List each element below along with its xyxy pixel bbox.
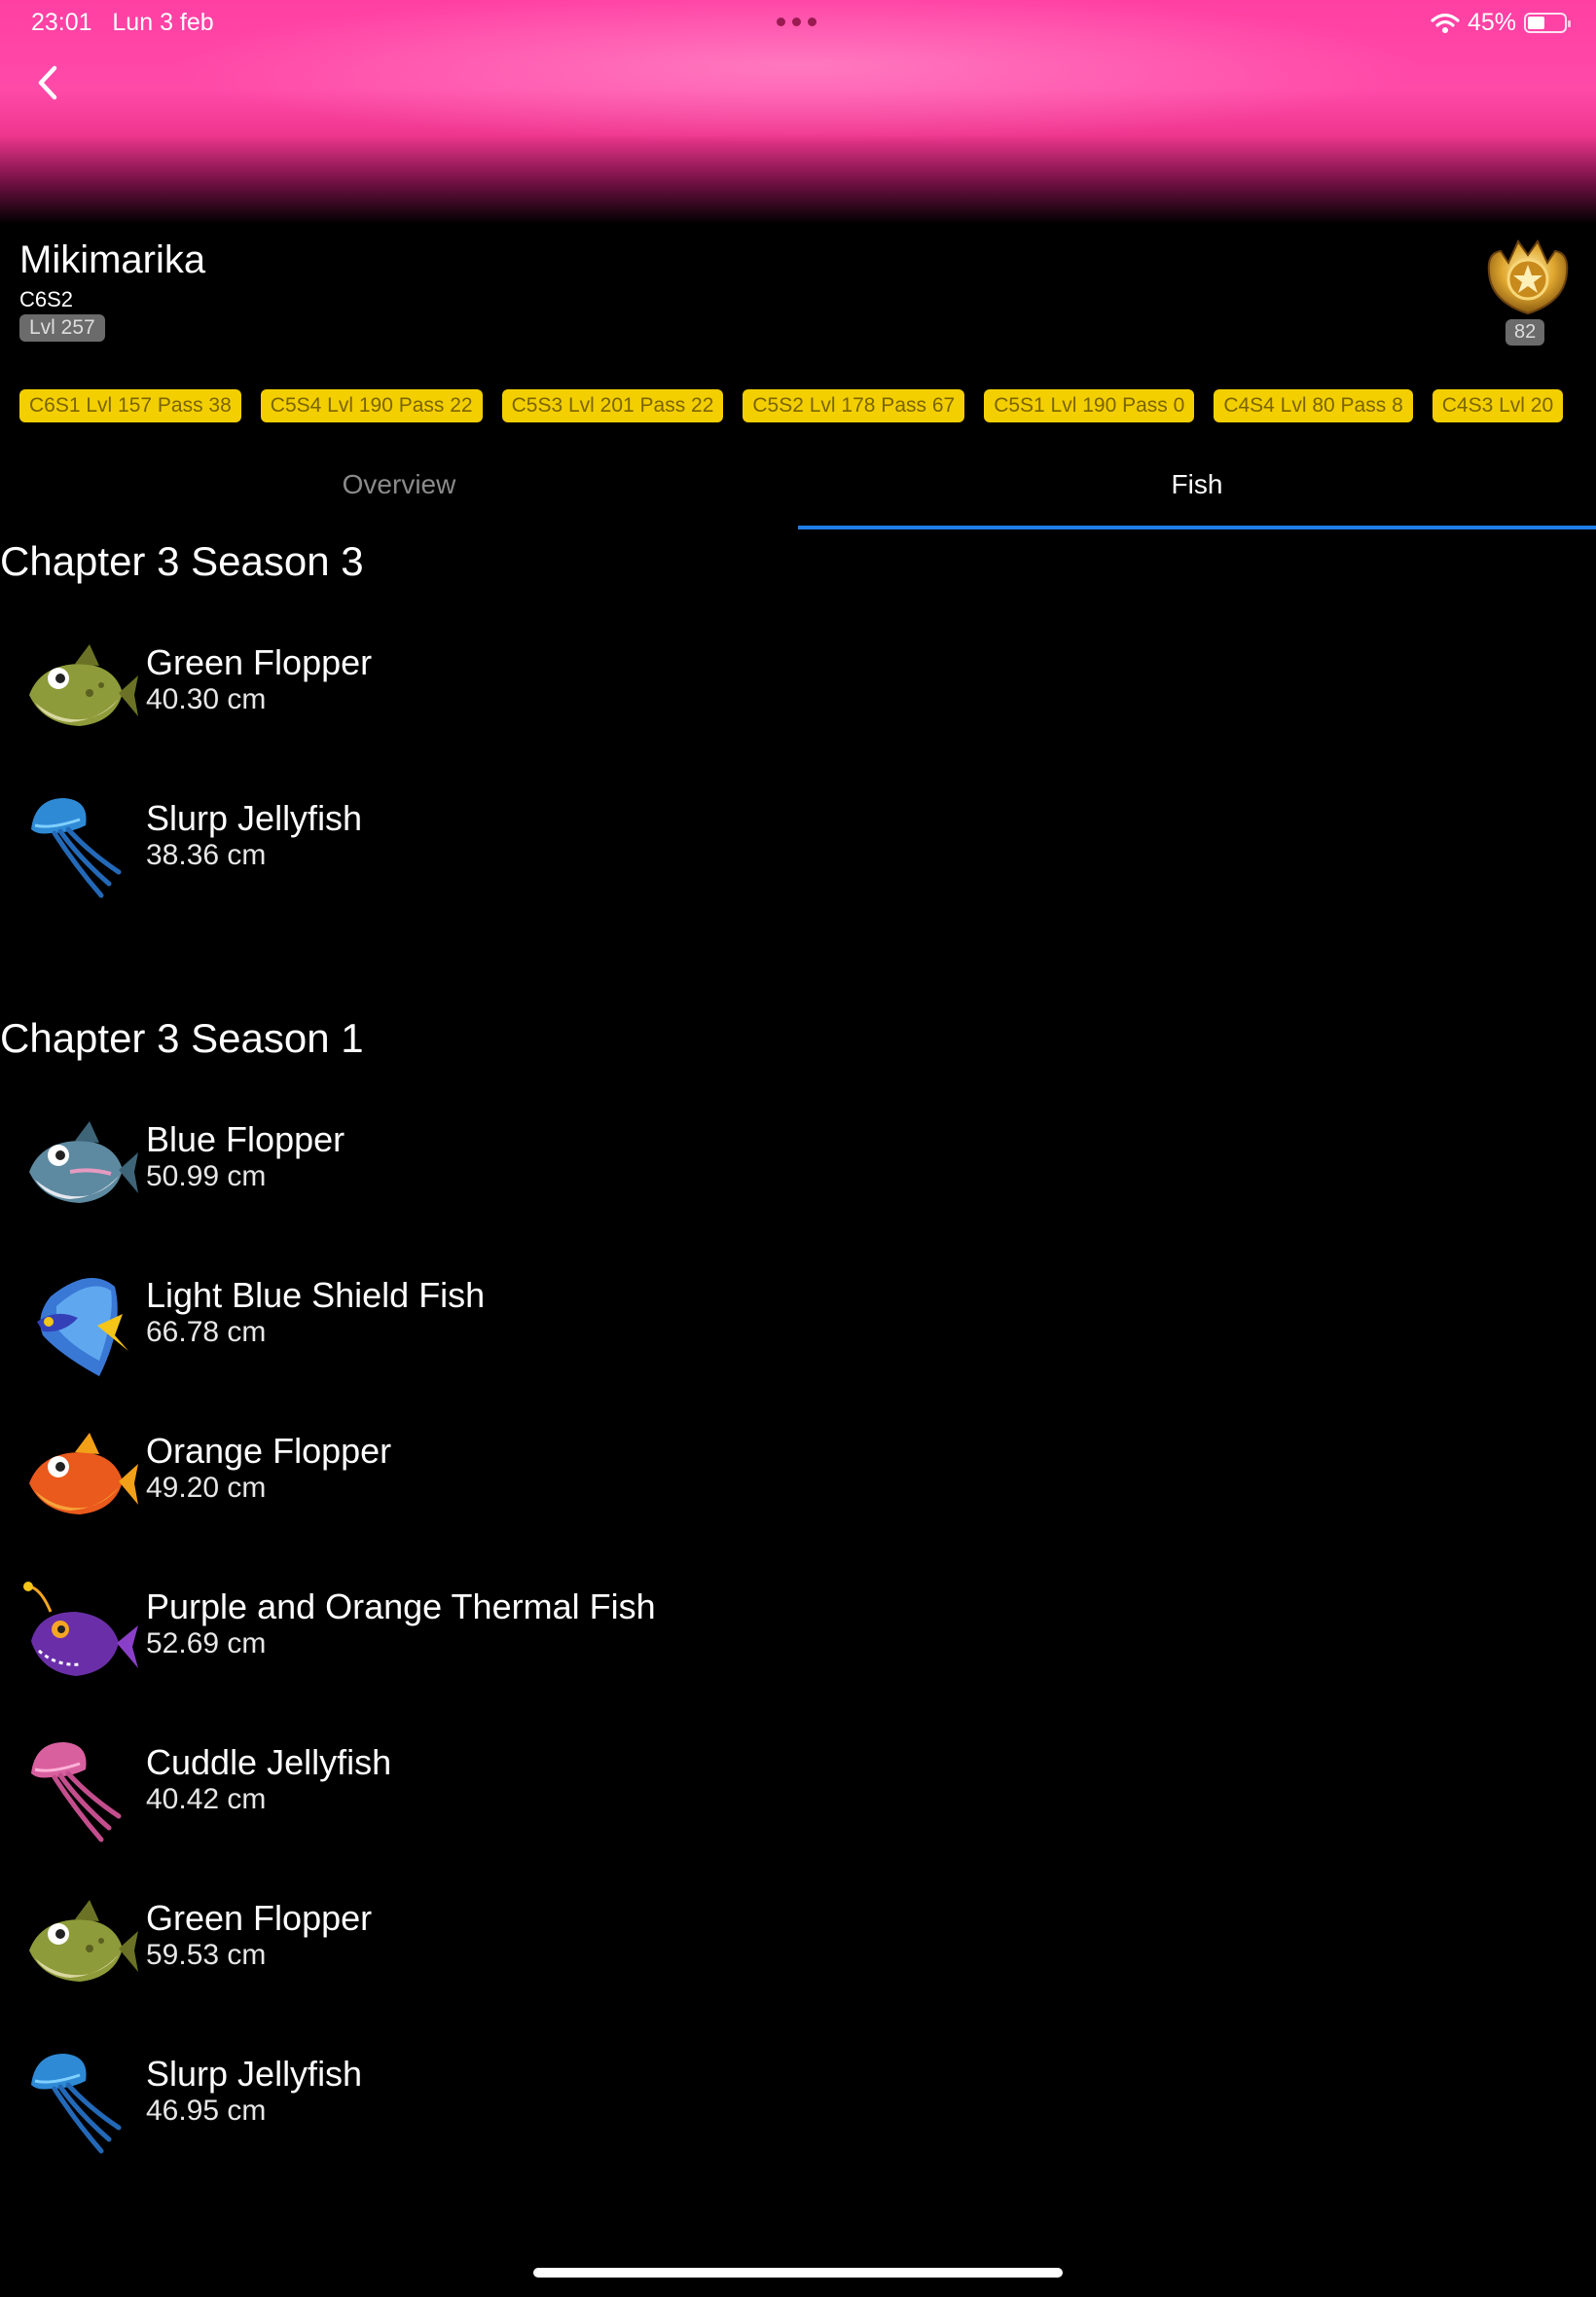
- fish-name: Green Flopper: [146, 1898, 373, 1938]
- list-item[interactable]: Light Blue Shield Fish 66.78 cm: [0, 1267, 973, 1413]
- tab-fish[interactable]: Fish: [798, 450, 1596, 528]
- blue-flopper-icon: [29, 1121, 138, 1203]
- season-chip[interactable]: C5S2 Lvl 178 Pass 67: [743, 389, 965, 422]
- season-chip[interactable]: C6S1 Lvl 157 Pass 38: [19, 389, 241, 422]
- list-item[interactable]: Green Flopper 59.53 cm: [0, 1890, 973, 2036]
- active-tab-indicator: [798, 526, 1596, 529]
- fish-size: 40.30 cm: [146, 683, 267, 715]
- fish-name: Blue Flopper: [146, 1119, 345, 1159]
- list-item[interactable]: Cuddle Jellyfish 40.42 cm: [0, 1734, 973, 1880]
- cuddle-jellyfish-icon: [31, 1742, 122, 1842]
- fish-name: Slurp Jellyfish: [146, 798, 363, 838]
- list-item[interactable]: Blue Flopper 50.99 cm: [0, 1112, 973, 1258]
- thermal-fish-icon: [23, 1582, 138, 1676]
- back-chevron-icon[interactable]: [29, 60, 68, 105]
- fish-name: Light Blue Shield Fish: [146, 1275, 486, 1315]
- fish-size: 59.53 cm: [146, 1939, 267, 1971]
- fish-size: 50.99 cm: [146, 1160, 267, 1192]
- multitasking-dots-icon[interactable]: [777, 18, 816, 26]
- fish-name: Purple and Orange Thermal Fish: [146, 1586, 656, 1626]
- fish-size: 38.36 cm: [146, 839, 267, 871]
- fish-name: Green Flopper: [146, 642, 373, 682]
- season-chip[interactable]: C4S3 Lvl 20: [1432, 389, 1564, 422]
- home-indicator[interactable]: [533, 2268, 1063, 2278]
- player-name: Mikimarika: [19, 238, 206, 281]
- fish-size: 52.69 cm: [146, 1627, 267, 1659]
- green-flopper-icon: [29, 644, 138, 726]
- battery-percent: 45%: [1467, 9, 1516, 36]
- fish-name: Cuddle Jellyfish: [146, 1742, 392, 1782]
- season-chip-row[interactable]: C6S1 Lvl 157 Pass 38 C5S4 Lvl 190 Pass 2…: [19, 389, 1596, 422]
- season-chip[interactable]: C5S4 Lvl 190 Pass 22: [260, 389, 483, 422]
- season-chip[interactable]: C5S1 Lvl 190 Pass 0: [984, 389, 1195, 422]
- tab-bar: Overview Fish: [0, 450, 1596, 531]
- section-title: Chapter 3 Season 3: [0, 538, 364, 584]
- tab-overview[interactable]: Overview: [0, 450, 798, 528]
- fish-name: Slurp Jellyfish: [146, 2054, 363, 2094]
- status-time: 23:01: [31, 9, 92, 36]
- battery-icon: [1524, 13, 1571, 33]
- list-item[interactable]: Purple and Orange Thermal Fish 52.69 cm: [0, 1579, 973, 1725]
- green-flopper-icon: [29, 1900, 138, 1982]
- status-date: Lun 3 feb: [112, 9, 214, 36]
- fish-size: 66.78 cm: [146, 1316, 267, 1348]
- list-item[interactable]: Green Flopper 40.30 cm: [0, 635, 973, 781]
- level-badge: Lvl 257: [19, 314, 105, 342]
- season-chip[interactable]: C4S4 Lvl 80 Pass 8: [1214, 389, 1413, 422]
- current-season: C6S2: [19, 287, 74, 311]
- section-title: Chapter 3 Season 1: [0, 1015, 364, 1061]
- list-item[interactable]: Orange Flopper 49.20 cm: [0, 1423, 973, 1569]
- season-chip[interactable]: C5S3 Lvl 201 Pass 22: [501, 389, 724, 422]
- fish-name: Orange Flopper: [146, 1431, 392, 1471]
- slurp-jellyfish-icon: [31, 2054, 122, 2154]
- list-item[interactable]: Slurp Jellyfish 38.36 cm: [0, 790, 973, 936]
- wifi-icon: [1431, 13, 1460, 33]
- crown-count-badge: 82: [1505, 319, 1545, 346]
- orange-flopper-icon: [29, 1433, 138, 1514]
- shield-fish-icon: [37, 1278, 128, 1376]
- fish-size: 49.20 cm: [146, 1472, 267, 1504]
- list-item[interactable]: Slurp Jellyfish 46.95 cm: [0, 2046, 973, 2192]
- crown-icon: [1487, 239, 1569, 315]
- fish-size: 40.42 cm: [146, 1783, 267, 1815]
- fish-size: 46.95 cm: [146, 2095, 267, 2127]
- status-bar: 23:01 Lun 3 feb 45%: [0, 0, 1596, 45]
- slurp-jellyfish-icon: [31, 798, 122, 898]
